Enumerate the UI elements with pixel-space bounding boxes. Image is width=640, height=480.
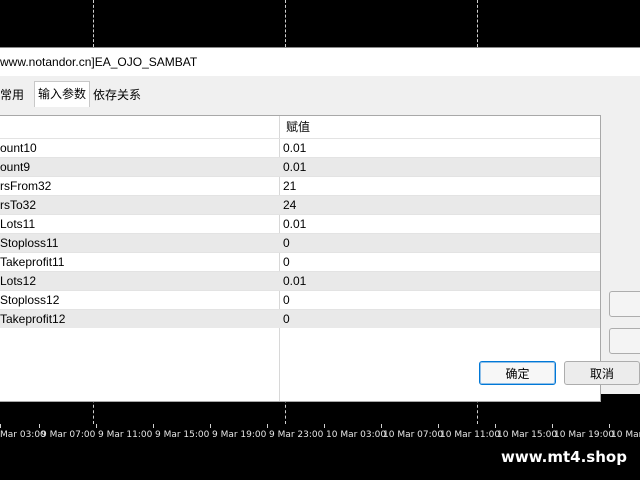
parameter-name: Stoploss12 — [0, 293, 60, 307]
table-row[interactable]: Takeprofit11 0 — [0, 252, 600, 271]
table-row[interactable]: Stoploss12 0 — [0, 290, 600, 309]
axis-tick — [495, 424, 496, 428]
ok-button[interactable]: 确定 — [479, 361, 556, 385]
axis-tick-label: 10 Mar 19:00 — [554, 430, 615, 440]
parameter-name: ount10 — [0, 141, 37, 155]
axis-tick — [39, 424, 40, 428]
table-row[interactable]: ount9 0.01 — [0, 157, 600, 176]
table-row[interactable]: ount10 0.01 — [0, 138, 600, 157]
value-column-header[interactable]: 赋值 — [286, 116, 310, 138]
grid-line — [93, 0, 94, 47]
table-row[interactable]: Takeprofit12 0 — [0, 309, 600, 328]
parameter-value[interactable]: 24 — [283, 196, 296, 215]
parameter-value[interactable]: 0.01 — [283, 272, 306, 291]
axis-tick-label: Mar 03:00 — [0, 430, 46, 440]
axis-tick-label: 10 Mar — [611, 430, 640, 440]
tab-common[interactable]: 常用 — [0, 84, 24, 106]
parameter-name: Lots11 — [0, 217, 36, 231]
axis-tick — [609, 424, 610, 428]
axis-tick-label: 10 Mar 03:00 — [326, 430, 387, 440]
grid-header: 赋值 — [0, 116, 600, 138]
parameter-name: Lots12 — [0, 274, 37, 288]
grid-line — [477, 0, 478, 47]
parameter-value[interactable]: 0 — [283, 310, 290, 329]
axis-tick — [96, 424, 97, 428]
table-row[interactable]: Lots11 0.01 — [0, 214, 600, 233]
parameter-name: ount9 — [0, 160, 31, 174]
parameter-value[interactable]: 0 — [283, 291, 290, 310]
axis-tick — [324, 424, 325, 428]
axis-tick-label: 10 Mar 11:00 — [440, 430, 501, 440]
axis-tick — [210, 424, 211, 428]
ea-properties-dialog: www.notandor.cn]EA_OJO_SAMBAT 常用 输入参数 依存… — [0, 47, 640, 402]
axis-tick — [552, 424, 553, 428]
parameter-value[interactable]: 0.01 — [283, 215, 306, 234]
watermark: www.mt4.shop — [497, 444, 631, 470]
parameter-name: rsFrom32 — [0, 179, 52, 193]
parameter-value[interactable]: 0 — [283, 253, 290, 272]
parameter-name: rsTo32 — [0, 198, 37, 212]
axis-tick — [0, 424, 1, 428]
axis-tick-label: 9 Mar 07:00 — [41, 430, 96, 440]
axis-tick-label: 9 Mar 19:00 — [212, 430, 267, 440]
axis-tick-label: 9 Mar 11:00 — [98, 430, 153, 440]
parameter-name: Stoploss11 — [0, 236, 59, 250]
axis-tick — [438, 424, 439, 428]
table-row[interactable]: rsFrom32 21 — [0, 176, 600, 195]
parameter-value[interactable]: 21 — [283, 177, 296, 196]
axis-tick-label: 10 Mar 15:00 — [497, 430, 558, 440]
table-row[interactable]: Lots12 0.01 — [0, 271, 600, 290]
side-button[interactable] — [609, 328, 640, 354]
parameter-name: Takeprofit12 — [0, 312, 66, 326]
parameter-name: Takeprofit11 — [0, 255, 65, 269]
dialog-title: www.notandor.cn]EA_OJO_SAMBAT — [0, 48, 640, 76]
cancel-button[interactable]: 取消 — [564, 361, 640, 385]
tab-inputs[interactable]: 输入参数 — [34, 81, 90, 107]
parameter-value[interactable]: 0 — [283, 234, 290, 253]
parameter-value[interactable]: 0.01 — [283, 158, 306, 177]
axis-tick-label: 9 Mar 23:00 — [269, 430, 324, 440]
parameter-value[interactable]: 0.01 — [283, 139, 306, 158]
axis-tick — [381, 424, 382, 428]
table-row[interactable]: Stoploss11 0 — [0, 233, 600, 252]
axis-tick — [153, 424, 154, 428]
tab-dependencies[interactable]: 依存关系 — [93, 84, 141, 106]
axis-tick-label: 10 Mar 07:00 — [383, 430, 444, 440]
axis-tick — [267, 424, 268, 428]
grid-line — [285, 0, 286, 47]
parameter-grid: 赋值 ount10 0.01 ount9 0.01 rsFrom32 21 rsTo32 24… — [0, 115, 601, 402]
side-button[interactable] — [609, 291, 640, 317]
table-row[interactable]: rsTo32 24 — [0, 195, 600, 214]
axis-tick-label: 9 Mar 15:00 — [155, 430, 210, 440]
